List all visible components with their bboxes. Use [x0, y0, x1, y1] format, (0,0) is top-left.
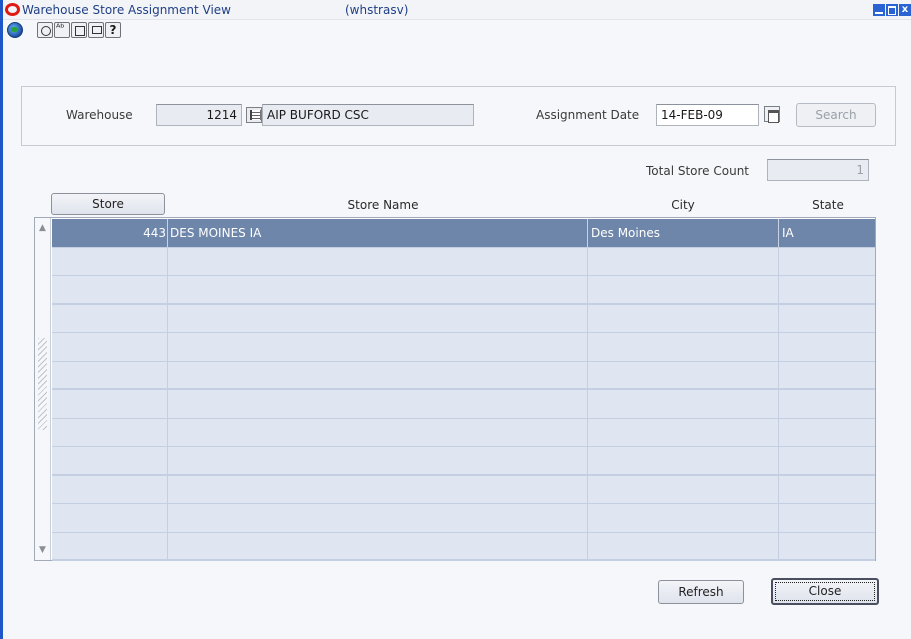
- cell-store-name[interactable]: [169, 390, 588, 418]
- table-row[interactable]: [52, 504, 875, 533]
- oracle-logo-icon: [5, 3, 20, 16]
- cell-store-name[interactable]: [169, 418, 588, 446]
- cell-state[interactable]: [780, 447, 875, 474]
- table-row[interactable]: 443 DES MOINES IA Des Moines IA: [52, 219, 875, 248]
- cell-store[interactable]: 443: [52, 219, 168, 247]
- cell-city[interactable]: [589, 333, 779, 361]
- warehouse-label: Warehouse: [66, 108, 133, 122]
- save-icon[interactable]: [37, 22, 53, 38]
- cell-city[interactable]: [589, 276, 779, 303]
- cell-store[interactable]: [52, 304, 168, 332]
- table-row[interactable]: [52, 276, 875, 305]
- table-row[interactable]: [52, 390, 875, 419]
- cell-store[interactable]: [52, 532, 168, 559]
- cell-store-name[interactable]: [169, 304, 588, 332]
- cell-city[interactable]: [589, 390, 779, 418]
- maximize-icon[interactable]: [886, 4, 898, 16]
- assignment-date-label: Assignment Date: [536, 108, 640, 122]
- table-row[interactable]: [52, 361, 875, 390]
- search-button[interactable]: Search: [796, 103, 876, 127]
- table-row[interactable]: [52, 418, 875, 447]
- table-row[interactable]: [52, 333, 875, 362]
- form-code: (whstrasv): [345, 3, 409, 17]
- table-row[interactable]: [52, 475, 875, 504]
- cell-store-name[interactable]: [169, 504, 588, 532]
- cell-store-name[interactable]: [169, 333, 588, 361]
- warehouse-id-field[interactable]: 1214: [156, 104, 242, 126]
- cell-store[interactable]: [52, 504, 168, 532]
- cell-store-name[interactable]: [169, 475, 588, 503]
- cell-state[interactable]: [780, 333, 875, 361]
- cell-state[interactable]: [780, 533, 875, 560]
- scroll-grip[interactable]: [38, 338, 47, 430]
- cell-state[interactable]: [780, 276, 875, 303]
- warehouse-name-field: AIP BUFORD CSC: [262, 104, 474, 126]
- cell-city[interactable]: [589, 475, 779, 503]
- table-row[interactable]: [52, 247, 875, 276]
- cell-store[interactable]: [52, 418, 168, 446]
- cell-city[interactable]: [589, 504, 779, 532]
- cell-store-name[interactable]: [169, 532, 588, 559]
- cell-state[interactable]: IA: [780, 219, 875, 247]
- store-grid: ▲ ▼ 443 DES MOINES IA Des Moines IA: [34, 217, 876, 561]
- assignment-date-field[interactable]: 14-FEB-09: [656, 104, 759, 126]
- cell-city[interactable]: [589, 304, 779, 332]
- calendar-icon[interactable]: [71, 22, 87, 38]
- cell-store[interactable]: [52, 361, 168, 388]
- close-button[interactable]: Close: [771, 578, 879, 605]
- close-window-icon[interactable]: x: [899, 4, 911, 16]
- column-header-store-name: Store Name: [347, 198, 419, 212]
- grid-rows: 443 DES MOINES IA Des Moines IA: [52, 219, 875, 561]
- help-icon[interactable]: ?: [105, 22, 121, 38]
- cell-store-name[interactable]: [169, 247, 588, 275]
- cell-store[interactable]: [52, 333, 168, 361]
- total-store-count-label: Total Store Count: [646, 164, 750, 178]
- column-header-state: State: [812, 198, 844, 212]
- toolbar: ?: [3, 20, 911, 42]
- spell-check-icon[interactable]: [54, 22, 70, 38]
- table-row[interactable]: [52, 532, 875, 561]
- cell-state[interactable]: [780, 476, 875, 504]
- cell-store-name[interactable]: [169, 276, 588, 303]
- title-bar: Warehouse Store Assignment View (whstras…: [3, 0, 911, 20]
- cell-store[interactable]: [52, 276, 168, 303]
- scroll-down-icon[interactable]: ▼: [36, 542, 49, 558]
- list-of-values-icon[interactable]: [246, 107, 262, 123]
- vertical-scrollbar[interactable]: ▲ ▼: [35, 218, 51, 560]
- minimize-icon[interactable]: [873, 4, 885, 16]
- refresh-button[interactable]: Refresh: [658, 580, 744, 604]
- cell-store[interactable]: [52, 390, 168, 418]
- window-title: Warehouse Store Assignment View: [22, 3, 231, 17]
- cell-store[interactable]: [52, 475, 168, 503]
- scroll-up-icon[interactable]: ▲: [36, 220, 49, 236]
- cell-state[interactable]: [780, 419, 875, 447]
- cell-city[interactable]: [589, 361, 779, 388]
- cell-store-name[interactable]: DES MOINES IA: [169, 219, 588, 247]
- header-panel: Warehouse 1214 AIP BUFORD CSC Assignment…: [21, 86, 896, 146]
- calendar-picker-icon[interactable]: [764, 106, 780, 123]
- table-row[interactable]: [52, 304, 875, 333]
- cell-city[interactable]: [589, 418, 779, 446]
- cell-city[interactable]: [589, 247, 779, 275]
- edit-icon[interactable]: [88, 22, 104, 38]
- cell-store[interactable]: [52, 247, 168, 275]
- cell-store[interactable]: [52, 447, 168, 474]
- cell-city[interactable]: [589, 532, 779, 559]
- cell-state[interactable]: [780, 248, 875, 276]
- cell-store-name[interactable]: [169, 361, 588, 388]
- cell-city[interactable]: [589, 447, 779, 474]
- cell-store-name[interactable]: [169, 447, 588, 474]
- cell-state[interactable]: [780, 390, 875, 418]
- table-row[interactable]: [52, 447, 875, 476]
- globe-icon[interactable]: [7, 22, 23, 38]
- column-header-city: City: [671, 198, 695, 212]
- cell-state[interactable]: [780, 504, 875, 532]
- cell-state[interactable]: [780, 305, 875, 333]
- store-column-sort-button[interactable]: Store: [51, 193, 165, 215]
- cell-city[interactable]: Des Moines: [589, 219, 779, 247]
- app-window: Warehouse Store Assignment View (whstras…: [0, 0, 911, 639]
- cell-state[interactable]: [780, 362, 875, 389]
- total-store-count-field: 1: [767, 159, 869, 181]
